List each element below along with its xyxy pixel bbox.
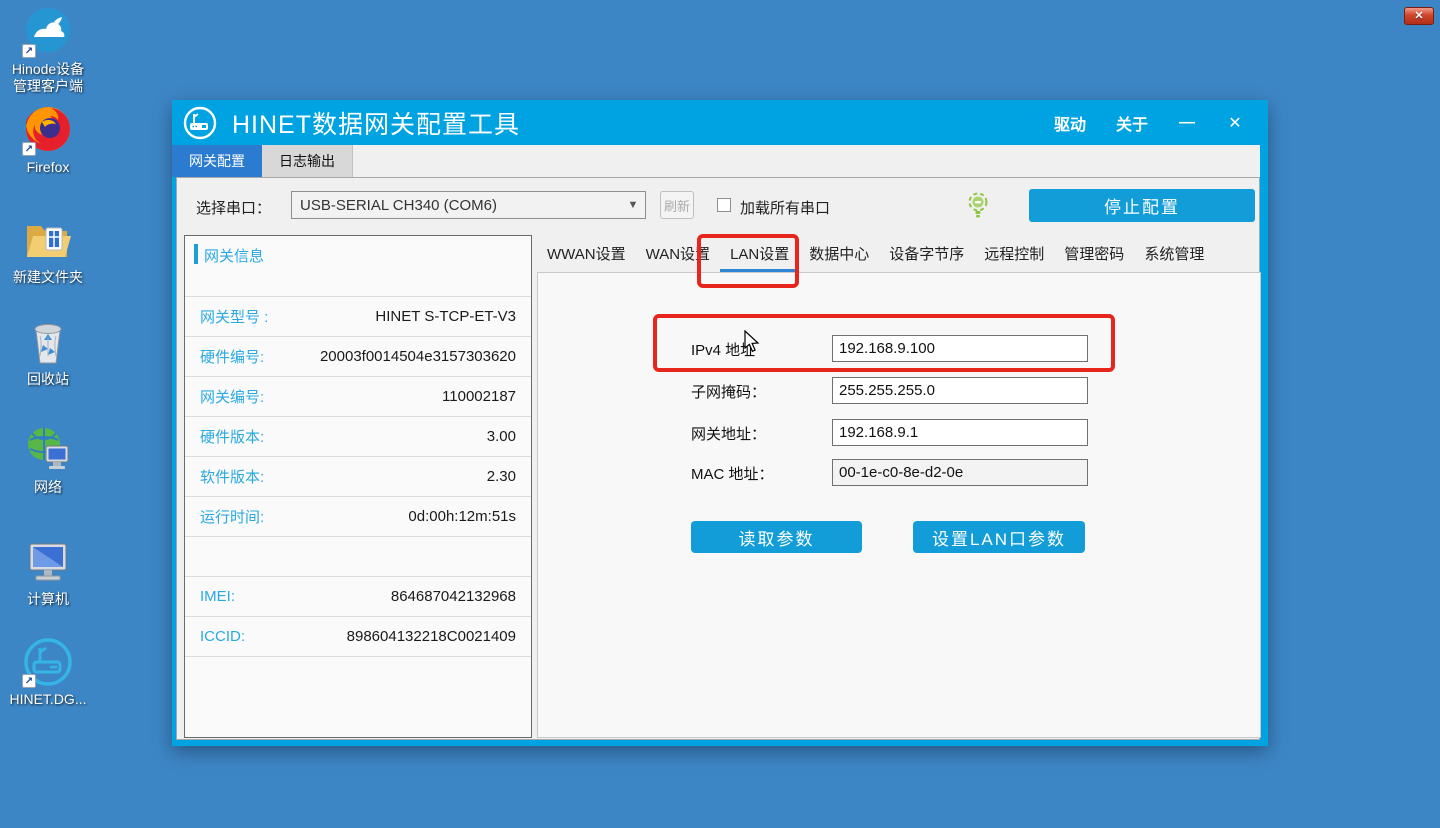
desktop-icon-computer[interactable]: 计算机 [0, 536, 96, 608]
ipv4-address-input[interactable] [832, 335, 1088, 362]
tab-wwan-settings[interactable]: WWAN设置 [537, 238, 636, 272]
lan-settings-panel: IPv4 地址 子网掩码： 网关地址： MAC 地址： 读取参数 设置LAN口参… [537, 272, 1261, 738]
desktop-icon-label: 回收站 [0, 371, 96, 388]
form-row-mac: MAC 地址： [538, 459, 1260, 487]
refresh-button[interactable]: 刷新 [660, 191, 694, 219]
desktop: ↗ Hinode设备 管理客户端 ↗ Firefox [0, 0, 1440, 828]
desktop-icon-firefox[interactable]: ↗ Firefox [0, 104, 96, 176]
mac-address-input[interactable] [832, 459, 1088, 486]
app-window: HINET数据网关配置工具 驱动 关于 — ✕ 网关配置 日志输出 选择串口： … [172, 100, 1268, 746]
info-row-hardware-version: 硬件版本: 3.00 [185, 416, 531, 456]
tab-lan-settings[interactable]: LAN设置 [720, 238, 799, 272]
desktop-icon-new-folder[interactable]: 新建文件夹 [0, 214, 96, 286]
info-row-software-version: 软件版本: 2.30 [185, 456, 531, 496]
tab-admin-password[interactable]: 管理密码 [1054, 238, 1134, 272]
main-tab-bar: 网关配置 日志输出 [172, 145, 353, 177]
serial-port-label: 选择串口： [196, 197, 271, 218]
serial-port-value: USB-SERIAL CH340 (COM6) [292, 197, 621, 214]
serial-port-select[interactable]: USB-SERIAL CH340 (COM6) ▼ [291, 191, 646, 219]
set-lan-params-button[interactable]: 设置LAN口参数 [913, 521, 1085, 553]
info-panel-separator [185, 656, 531, 657]
load-all-ports-checkbox[interactable] [717, 198, 731, 212]
shortcut-arrow-icon: ↗ [22, 674, 36, 688]
close-button[interactable]: ✕ [1226, 113, 1244, 133]
remote-close-button[interactable]: ✕ [1404, 7, 1434, 25]
desktop-icon-network[interactable]: 网络 [0, 424, 96, 496]
info-row-gateway-id: 网关编号: 110002187 [185, 376, 531, 416]
about-menu-button[interactable]: 关于 [1116, 111, 1148, 135]
minimize-button[interactable]: — [1178, 114, 1196, 132]
info-row-hardware-id: 硬件编号: 20003f0014504e3157303620 [185, 336, 531, 376]
info-row-imei: IMEI: 864687042132968 [185, 576, 531, 616]
shortcut-arrow-icon: ↗ [22, 142, 36, 156]
form-row-netmask: 子网掩码： [538, 377, 1260, 405]
header-accent-bar [194, 244, 198, 264]
tab-log-output[interactable]: 日志输出 [262, 145, 353, 177]
info-row-model: 网关型号 : HINET S-TCP-ET-V3 [185, 296, 531, 336]
tab-data-center[interactable]: 数据中心 [799, 238, 879, 272]
desktop-icon-label: Hinode设备 管理客户端 [0, 61, 96, 95]
stop-config-button[interactable]: 停止配置 [1029, 189, 1255, 222]
desktop-icon-label: 新建文件夹 [0, 269, 96, 286]
window-titlebar: HINET数据网关配置工具 驱动 关于 — ✕ [172, 100, 1268, 145]
window-title: HINET数据网关配置工具 [232, 105, 520, 141]
driver-menu-button[interactable]: 驱动 [1054, 111, 1086, 135]
ipv4-address-label: IPv4 地址 [691, 339, 755, 360]
window-content: 选择串口： USB-SERIAL CH340 (COM6) ▼ 刷新 加载所有串… [176, 177, 1260, 740]
chevron-down-icon: ▼ [621, 199, 645, 211]
gateway-info-header: 网关信息 [185, 236, 531, 296]
computer-icon [22, 575, 74, 592]
network-icon [22, 463, 74, 480]
gateway-address-label: 网关地址： [691, 423, 766, 444]
tab-byte-order[interactable]: 设备字节序 [879, 238, 974, 272]
load-all-ports-label: 加载所有串口 [740, 197, 830, 218]
tab-remote-control[interactable]: 远程控制 [974, 238, 1054, 272]
form-row-ipv4: IPv4 地址 [538, 335, 1260, 363]
settings-tab-bar: WWAN设置 WAN设置 LAN设置 数据中心 设备字节序 远程控制 管理密码 … [537, 238, 1261, 272]
desktop-icon-label: 计算机 [0, 591, 96, 608]
desktop-icon-hinode-client[interactable]: ↗ Hinode设备 管理客户端 [0, 6, 96, 95]
desktop-icon-label: HINET.DG... [0, 691, 96, 708]
shortcut-arrow-icon: ↗ [22, 44, 36, 58]
desktop-icon-hinet-dg[interactable]: ↗ HINET.DG... [0, 636, 96, 708]
tab-gateway-config[interactable]: 网关配置 [172, 145, 262, 177]
info-row-uptime: 运行时间: 0d:00h:12m:51s [185, 496, 531, 536]
desktop-icon-label: Firefox [0, 159, 96, 176]
gateway-info-panel: 网关信息 网关型号 : HINET S-TCP-ET-V3 硬件编号: 2000… [184, 235, 532, 738]
gateway-info-title: 网关信息 [204, 245, 264, 266]
status-bulb-icon [966, 192, 990, 220]
folder-icon [22, 253, 74, 270]
read-params-button[interactable]: 读取参数 [691, 521, 862, 553]
form-row-gateway: 网关地址： [538, 419, 1260, 447]
info-row-iccid: ICCID: 898604132218C0021409 [185, 616, 531, 656]
info-row-empty [185, 536, 531, 576]
tab-wan-settings[interactable]: WAN设置 [636, 238, 720, 272]
mac-address-label: MAC 地址： [691, 463, 774, 484]
desktop-icon-recycle-bin[interactable]: 回收站 [0, 316, 96, 388]
app-router-icon [183, 106, 217, 140]
subnet-mask-input[interactable] [832, 377, 1088, 404]
desktop-icon-label: 网络 [0, 479, 96, 496]
subnet-mask-label: 子网掩码： [691, 381, 766, 402]
tab-system-management[interactable]: 系统管理 [1134, 238, 1214, 272]
recycle-bin-icon [22, 355, 74, 372]
gateway-address-input[interactable] [832, 419, 1088, 446]
